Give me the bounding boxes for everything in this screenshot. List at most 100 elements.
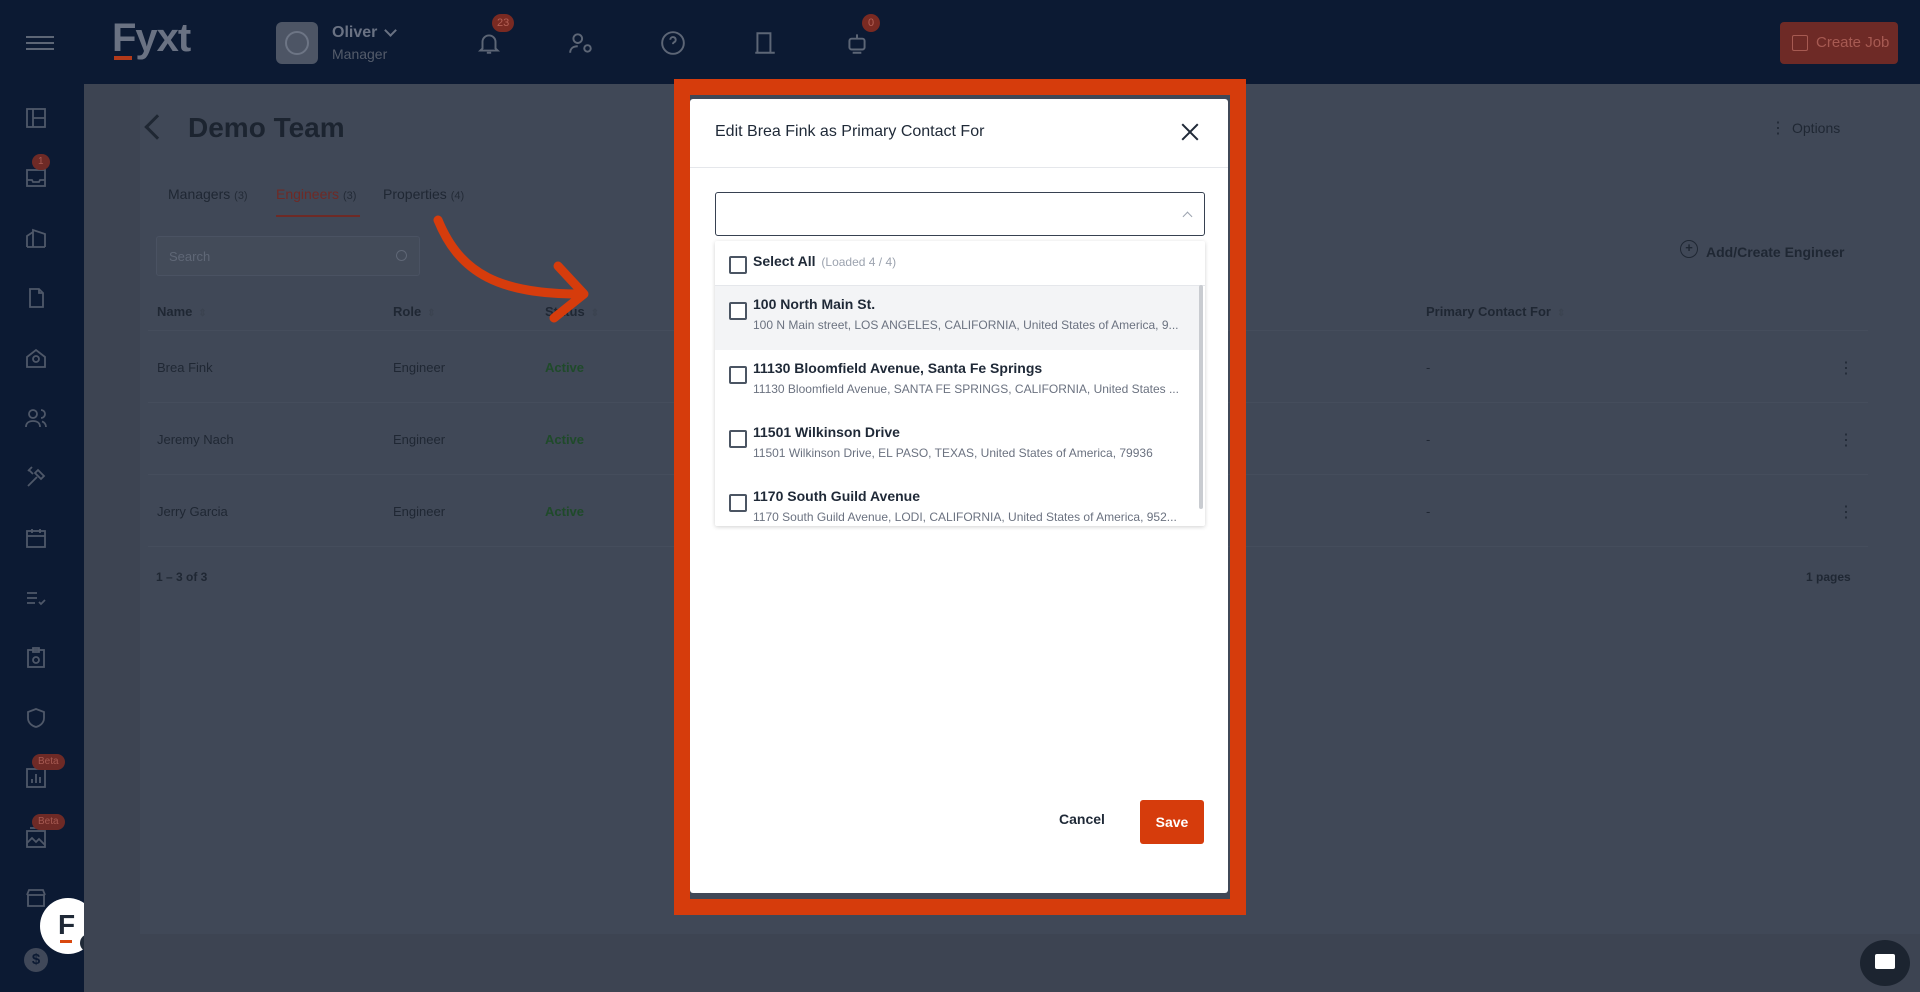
option-title: 100 North Main St. bbox=[753, 296, 876, 312]
table-cell-name: Brea Fink bbox=[157, 360, 213, 375]
chevron-down-icon[interactable] bbox=[384, 24, 397, 37]
bell-icon[interactable] bbox=[476, 30, 502, 56]
table-cell-primary-contact: - bbox=[1426, 360, 1431, 375]
pagination-pages: 1 pages bbox=[1806, 570, 1851, 584]
option-checkbox[interactable] bbox=[729, 366, 747, 384]
search-input[interactable]: Search bbox=[156, 236, 420, 276]
search-placeholder: Search bbox=[169, 249, 211, 264]
row-menu-icon[interactable]: ⋮ bbox=[1838, 502, 1854, 522]
active-tab-indicator bbox=[276, 215, 360, 217]
option-checkbox[interactable] bbox=[729, 494, 747, 512]
option-address: 11501 Wilkinson Drive, EL PASO, TEXAS, U… bbox=[753, 446, 1153, 460]
row-menu-icon[interactable]: ⋮ bbox=[1838, 358, 1854, 378]
create-job-button[interactable]: Create Job bbox=[1780, 22, 1898, 64]
billing-icon[interactable]: $ bbox=[24, 948, 48, 972]
calendar-icon[interactable] bbox=[24, 526, 48, 550]
properties-dropdown: Select All (Loaded 4 / 4) 100 North Main… bbox=[715, 241, 1205, 526]
save-button[interactable]: Save bbox=[1140, 800, 1204, 844]
fab-logo-accent bbox=[60, 940, 72, 943]
tab-count: (4) bbox=[450, 190, 465, 202]
tools-icon[interactable] bbox=[24, 466, 48, 490]
people-icon[interactable] bbox=[24, 406, 48, 430]
dialog-title: Edit Brea Fink as Primary Contact For bbox=[715, 123, 985, 140]
left-nav-rail: 1 Beta Beta bbox=[0, 84, 84, 992]
tab-count: (3) bbox=[342, 190, 357, 202]
search-icon bbox=[396, 250, 407, 261]
list-item[interactable]: 11130 Bloomfield Avenue, Santa Fe Spring… bbox=[715, 350, 1199, 414]
pagination-range: 1 – 3 of 3 bbox=[156, 570, 208, 584]
user-name[interactable]: Oliver bbox=[332, 24, 377, 42]
menu-icon[interactable] bbox=[26, 36, 54, 50]
column-header-primary-contact[interactable]: Primary Contact For bbox=[1426, 304, 1565, 319]
table-cell-role: Engineer bbox=[393, 504, 446, 519]
dialog-divider bbox=[690, 167, 1228, 168]
dashboard-icon[interactable] bbox=[24, 106, 48, 130]
robot-icon[interactable] bbox=[844, 30, 870, 56]
table-cell-status: Active bbox=[545, 360, 585, 375]
beta-badge: Beta bbox=[32, 814, 65, 830]
table-cell-role: Engineer bbox=[393, 360, 446, 375]
tab-label: Managers bbox=[168, 186, 231, 202]
list-item[interactable]: 1170 South Guild Avenue 1170 South Guild… bbox=[715, 478, 1199, 526]
cancel-button[interactable]: Cancel bbox=[1052, 797, 1112, 841]
beta-badge: Beta bbox=[32, 754, 65, 770]
fab-logo-letter: F bbox=[58, 909, 76, 940]
table-cell-name: Jeremy Nach bbox=[157, 432, 234, 447]
edit-primary-contact-dialog: Edit Brea Fink as Primary Contact For Se… bbox=[690, 99, 1228, 893]
list-item[interactable]: 100 North Main St. 100 N Main street, LO… bbox=[715, 286, 1199, 350]
tab-count: (3) bbox=[234, 190, 248, 202]
door-icon[interactable] bbox=[752, 30, 778, 56]
app-logo[interactable]: Fyxt bbox=[112, 16, 191, 61]
tab-properties[interactable]: Properties (4) bbox=[383, 186, 464, 202]
option-address: 1170 South Guild Avenue, LODI, CALIFORNI… bbox=[753, 510, 1177, 524]
help-icon[interactable] bbox=[660, 30, 686, 56]
table-cell-status: Active bbox=[545, 504, 585, 519]
table-cell-primary-contact: - bbox=[1426, 432, 1431, 447]
guide-arrow-icon bbox=[433, 215, 589, 323]
tab-label: Properties bbox=[383, 186, 447, 202]
option-title: 11501 Wilkinson Drive bbox=[753, 424, 900, 440]
option-title: 11130 Bloomfield Avenue, Santa Fe Spring… bbox=[753, 360, 1043, 376]
tenant-icon[interactable] bbox=[24, 346, 48, 370]
option-checkbox[interactable] bbox=[729, 302, 747, 320]
table-cell-role: Engineer bbox=[393, 432, 446, 447]
page-title: Demo Team bbox=[188, 112, 345, 143]
chevron-up-icon[interactable] bbox=[1182, 211, 1193, 222]
tab-engineers[interactable]: Engineers (3) bbox=[276, 186, 356, 202]
close-icon[interactable] bbox=[1180, 122, 1200, 142]
robot-badge: 0 bbox=[862, 14, 880, 32]
option-address: 100 N Main street, LOS ANGELES, CALIFORN… bbox=[753, 318, 1179, 332]
user-settings-icon[interactable] bbox=[568, 30, 594, 56]
option-title: 1170 South Guild Avenue bbox=[753, 488, 921, 504]
properties-select[interactable] bbox=[715, 192, 1205, 236]
buildings-icon[interactable] bbox=[24, 226, 48, 250]
notifications-badge: 23 bbox=[492, 14, 515, 32]
inbox-badge: 1 bbox=[32, 154, 50, 170]
loaded-count: (Loaded 4 / 4) bbox=[821, 255, 897, 269]
option-address: 11130 Bloomfield Avenue, SANTA FE SPRING… bbox=[753, 382, 1179, 396]
tab-managers[interactable]: Managers (3) bbox=[168, 186, 248, 202]
user-role: Manager bbox=[332, 46, 388, 62]
list-item[interactable]: 11501 Wilkinson Drive 11501 Wilkinson Dr… bbox=[715, 414, 1199, 478]
shield-icon[interactable] bbox=[24, 706, 48, 730]
add-create-engineer-button[interactable]: Add/Create Engineer bbox=[1679, 240, 1844, 260]
table-cell-name: Jerry Garcia bbox=[157, 504, 228, 519]
option-checkbox[interactable] bbox=[729, 430, 747, 448]
logo-accent bbox=[114, 56, 132, 60]
top-bar: Fyxt Oliver Manager 23 0 Create Job bbox=[0, 0, 1920, 84]
chat-icon[interactable] bbox=[1860, 940, 1910, 986]
documents-icon[interactable] bbox=[24, 286, 48, 310]
clipboard-clock-icon[interactable] bbox=[24, 646, 48, 670]
avatar[interactable] bbox=[276, 22, 318, 64]
select-all-checkbox[interactable] bbox=[729, 256, 747, 274]
table-cell-status: Active bbox=[545, 432, 585, 447]
checklist-icon[interactable] bbox=[24, 586, 48, 610]
select-all-label: Select All bbox=[753, 253, 816, 269]
select-all-option[interactable]: Select All (Loaded 4 / 4) bbox=[753, 253, 896, 269]
store-icon[interactable] bbox=[24, 886, 48, 910]
table-cell-primary-contact: - bbox=[1426, 504, 1431, 519]
row-menu-icon[interactable]: ⋮ bbox=[1838, 430, 1854, 450]
options-button[interactable]: Options bbox=[1770, 118, 1840, 138]
dropdown-scrollbar[interactable] bbox=[1199, 285, 1203, 509]
column-header-name[interactable]: Name bbox=[157, 304, 207, 319]
